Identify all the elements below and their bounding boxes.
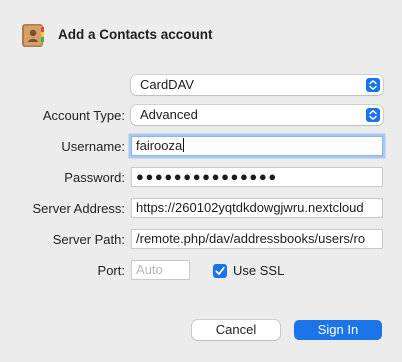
password-field[interactable]: ●●●●●●●●●●●●●●● — [131, 167, 383, 187]
username-label: Username: — [61, 139, 125, 154]
account-type-label: Account Type: — [42, 108, 125, 123]
contacts-app-icon — [21, 23, 45, 48]
account-type-popup[interactable]: Advanced — [131, 105, 383, 125]
username-value: fairooza — [136, 138, 183, 153]
port-field[interactable]: Auto — [131, 260, 190, 280]
text-caret — [183, 138, 185, 152]
account-type-value: Advanced — [140, 107, 198, 122]
add-contacts-account-dialog: Add a Contacts account CardDAV Account T… — [0, 0, 402, 362]
port-placeholder: Auto — [136, 262, 163, 277]
use-ssl-label[interactable]: Use SSL — [233, 263, 284, 278]
server-path-label: Server Path: — [52, 232, 125, 247]
dialog-title: Add a Contacts account — [58, 27, 213, 42]
use-ssl-checkbox[interactable] — [213, 264, 227, 278]
sign-in-button[interactable]: Sign In — [294, 320, 382, 340]
server-address-field[interactable]: https://260102yqtdkdowgjwru.nextcloud — [131, 198, 383, 218]
username-field[interactable]: fairooza — [131, 136, 383, 156]
server-path-field[interactable]: /remote.php/dav/addressbooks/users/ro — [131, 229, 383, 249]
server-address-value: https://260102yqtdkdowgjwru.nextcloud — [136, 200, 364, 215]
port-label: Port: — [97, 263, 125, 278]
popup-stepper-icon — [366, 108, 380, 122]
password-label: Password: — [64, 170, 125, 185]
server-address-label: Server Address: — [32, 201, 126, 216]
password-masked-value: ●●●●●●●●●●●●●●● — [136, 169, 278, 184]
account-kind-popup[interactable]: CardDAV — [131, 75, 383, 95]
account-kind-value: CardDAV — [140, 77, 194, 92]
server-path-value: /remote.php/dav/addressbooks/users/ro — [136, 231, 366, 246]
cancel-button[interactable]: Cancel — [192, 320, 280, 340]
popup-stepper-icon — [366, 78, 380, 92]
